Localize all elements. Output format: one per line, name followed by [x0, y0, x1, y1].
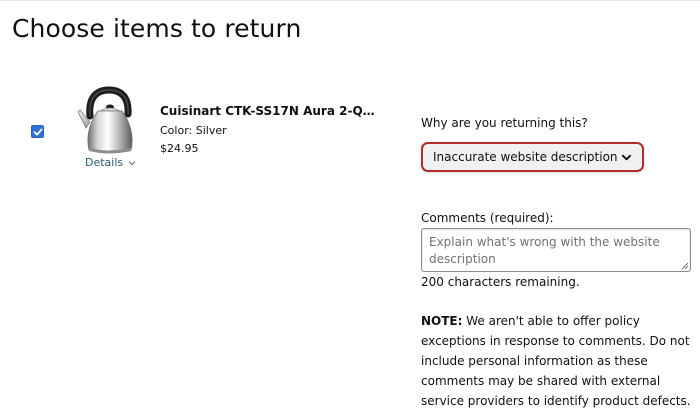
details-label: Details [85, 156, 124, 169]
return-reason-value: Inaccurate website description [433, 150, 618, 164]
chevron-down-icon [128, 160, 136, 165]
top-divider [0, 0, 700, 1]
chevron-down-icon [621, 154, 632, 160]
product-title[interactable]: Cuisinart CTK-SS17N Aura 2-Quart... [160, 104, 382, 118]
comments-label: Comments (required): [421, 211, 554, 225]
note-text: We aren't able to offer policy exception… [421, 314, 691, 408]
comments-textarea[interactable] [421, 228, 691, 272]
note-prefix: NOTE: [421, 314, 463, 328]
return-reason-dropdown[interactable]: Inaccurate website description [421, 142, 644, 172]
kettle-image[interactable] [76, 86, 138, 156]
characters-remaining: 200 characters remaining. [421, 275, 580, 289]
details-link[interactable]: Details [85, 156, 136, 169]
product-color: Color: Silver [160, 124, 227, 137]
resize-grip-icon[interactable] [681, 262, 689, 270]
product-price: $24.95 [160, 142, 199, 155]
item-select-checkbox[interactable] [31, 125, 44, 138]
checkmark-icon [33, 128, 42, 135]
page-title: Choose items to return [12, 14, 302, 43]
return-reason-label: Why are you returning this? [421, 116, 588, 130]
comments-note: NOTE: We aren't able to offer policy exc… [421, 311, 697, 411]
